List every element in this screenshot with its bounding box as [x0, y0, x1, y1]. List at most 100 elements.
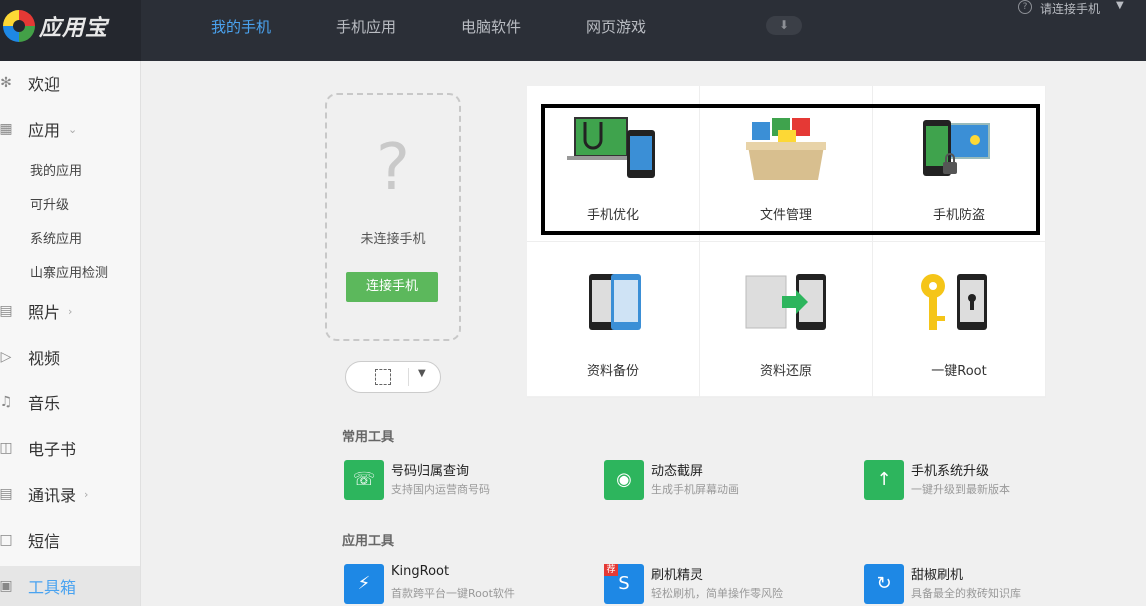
- sidebar-subitem-system-apps[interactable]: 系统应用: [30, 228, 82, 247]
- sidebar-item-label: 音乐: [28, 394, 61, 413]
- tool-flash-wizard[interactable]: S 荐 刷机精灵 轻松刷机，简单操作零风险: [604, 564, 844, 606]
- tool-pepper-flash[interactable]: ↻ 甜椒刷机 具备最全的救砖知识库: [864, 564, 1104, 606]
- sidebar-item-label: 视频: [28, 349, 61, 368]
- sidebar-item-sms[interactable]: □ 短信: [0, 520, 140, 560]
- sidebar-item-ebooks[interactable]: ◫ 电子书: [0, 428, 140, 468]
- welcome-icon: ✻: [0, 75, 12, 91]
- tool-desc: 支持国内运营商号码: [391, 483, 490, 496]
- toolbox-icon: ▣: [0, 578, 13, 594]
- feature-grid: 手机优化 文件管理 手机防盗 资料备份 资料还原 一键Root: [527, 86, 1046, 398]
- contacts-icon: ▤: [0, 486, 13, 502]
- tool-dynamic-screenshot[interactable]: ◉ 动态截屏 生成手机屏幕动画: [604, 460, 844, 502]
- tool-name: 手机系统升级: [911, 464, 990, 479]
- pepper-flash-icon: ↻: [864, 564, 904, 604]
- chevron-down-icon: ⌄: [68, 122, 78, 136]
- tool-desc: 生成手机屏幕动画: [651, 483, 739, 496]
- feature-label: 手机优化: [586, 208, 639, 223]
- feature-label: 手机防盗: [932, 208, 985, 223]
- tool-system-upgrade[interactable]: ↑ 手机系统升级 一键升级到最新版本: [864, 460, 1104, 502]
- feature-file-manage[interactable]: 文件管理: [700, 86, 873, 242]
- sidebar-item-label: 通讯录: [28, 486, 77, 505]
- tool-kingroot[interactable]: ⚡ KingRoot 首款跨平台一键Root软件: [344, 564, 584, 606]
- phone-placeholder: ? 未连接手机 连接手机: [325, 93, 461, 341]
- question-icon[interactable]: ?: [1018, 0, 1032, 14]
- screenshot-icon: [375, 369, 391, 385]
- tab-my-phone[interactable]: 我的手机: [211, 16, 271, 37]
- sidebar-item-toolbox[interactable]: ▣ 工具箱: [0, 566, 140, 606]
- question-mark-icon: ?: [376, 131, 410, 205]
- tool-name: 动态截屏: [651, 464, 704, 479]
- screenshot-button[interactable]: ▼: [345, 361, 441, 393]
- sidebar-item-label: 电子书: [28, 440, 77, 459]
- sidebar-item-label: 欢迎: [28, 75, 61, 94]
- root-key-icon: [921, 274, 987, 330]
- sidebar-item-welcome[interactable]: ✻ 欢迎: [0, 63, 140, 103]
- feature-label: 资料备份: [586, 364, 639, 379]
- tool-desc: 首款跨平台一键Root软件: [391, 587, 515, 600]
- chevron-right-icon: ›: [84, 487, 89, 501]
- app-name: 应用宝: [39, 16, 109, 41]
- phone-search-icon: ☏: [344, 460, 384, 500]
- feature-label: 一键Root: [931, 364, 987, 379]
- sidebar-item-photos[interactable]: ▤ 照片 ›: [0, 291, 140, 331]
- phone-status: 未连接手机: [360, 232, 426, 247]
- connect-phone-link[interactable]: 请连接手机: [1040, 0, 1100, 17]
- tool-name: KingRoot: [391, 564, 450, 579]
- tool-desc: 轻松刷机，简单操作零风险: [651, 587, 783, 600]
- tab-pc-software[interactable]: 电脑软件: [461, 16, 521, 37]
- sidebar-item-music[interactable]: ♫ 音乐: [0, 382, 140, 422]
- sidebar-subitem-upgradable[interactable]: 可升级: [30, 194, 69, 213]
- book-icon: ◫: [0, 440, 13, 456]
- phone-optimize-icon: [567, 117, 655, 178]
- tool-desc: 一键升级到最新版本: [911, 483, 1010, 496]
- video-icon: ▷: [0, 349, 12, 365]
- feature-label: 资料还原: [759, 364, 812, 379]
- phone-upgrade-icon: ↑: [864, 460, 904, 500]
- tool-name: 号码归属查询: [391, 464, 470, 479]
- file-manage-icon: [746, 118, 826, 180]
- chevron-down-icon[interactable]: ▼: [418, 368, 426, 379]
- section-title-app-tools: 应用工具: [342, 534, 395, 549]
- feature-one-click-root[interactable]: 一键Root: [873, 242, 1046, 398]
- sidebar-item-contacts[interactable]: ▤ 通讯录 ›: [0, 474, 140, 514]
- menu-dropdown-icon[interactable]: ▼: [1116, 0, 1124, 11]
- sidebar-item-label: 短信: [28, 532, 61, 551]
- sidebar-item-label: 照片: [28, 303, 61, 322]
- sidebar-item-video[interactable]: ▷ 视频: [0, 337, 140, 377]
- lightning-icon: ⚡: [344, 564, 384, 604]
- feature-phone-antitheft[interactable]: 手机防盗: [873, 86, 1046, 242]
- tab-phone-apps[interactable]: 手机应用: [336, 16, 396, 37]
- recommend-badge: 荐: [604, 564, 618, 576]
- sidebar: ✻ 欢迎 ▦ 应用 ⌄ 我的应用 可升级 系统应用 山寨应用检测 ▤ 照片 › …: [0, 61, 141, 606]
- tool-desc: 具备最全的救砖知识库: [911, 587, 1021, 600]
- tab-web-games[interactable]: 网页游戏: [586, 16, 646, 37]
- apps-grid-icon: ▦: [0, 121, 13, 137]
- sidebar-item-label: 应用: [28, 121, 61, 140]
- feature-backup[interactable]: 资料备份: [527, 242, 700, 398]
- sidebar-item-apps[interactable]: ▦ 应用 ⌄: [0, 109, 140, 149]
- sms-icon: □: [0, 532, 13, 548]
- feature-label: 文件管理: [759, 208, 812, 223]
- music-icon: ♫: [0, 394, 13, 410]
- sidebar-subitem-my-apps[interactable]: 我的应用: [30, 160, 82, 179]
- logo-area: 应用宝: [0, 0, 141, 61]
- tool-number-lookup[interactable]: ☏ 号码归属查询 支持国内运营商号码: [344, 460, 584, 502]
- download-arrow-icon[interactable]: ⬇: [766, 16, 802, 35]
- sidebar-subitem-fake-app-check[interactable]: 山寨应用检测: [30, 262, 108, 281]
- divider: [408, 368, 409, 386]
- chevron-right-icon: ›: [68, 304, 73, 318]
- sidebar-item-label: 工具箱: [28, 578, 77, 597]
- tool-name: 甜椒刷机: [911, 568, 964, 583]
- phone-antitheft-icon: [923, 120, 990, 176]
- feature-phone-optimize[interactable]: 手机优化: [527, 86, 700, 242]
- top-bar: 应用宝 我的手机 手机应用 电脑软件 网页游戏 ⬇ ? 请连接手机 ▼: [0, 0, 1146, 61]
- app-logo-icon: [3, 10, 35, 42]
- tool-name: 刷机精灵: [651, 568, 704, 583]
- feature-restore[interactable]: 资料还原: [700, 242, 873, 398]
- connect-phone-button[interactable]: 连接手机: [346, 272, 438, 302]
- photo-icon: ▤: [0, 303, 13, 319]
- backup-icon: [589, 274, 641, 330]
- screen-capture-icon: ◉: [604, 460, 644, 500]
- section-title-common-tools: 常用工具: [342, 430, 395, 445]
- restore-icon: [745, 274, 826, 330]
